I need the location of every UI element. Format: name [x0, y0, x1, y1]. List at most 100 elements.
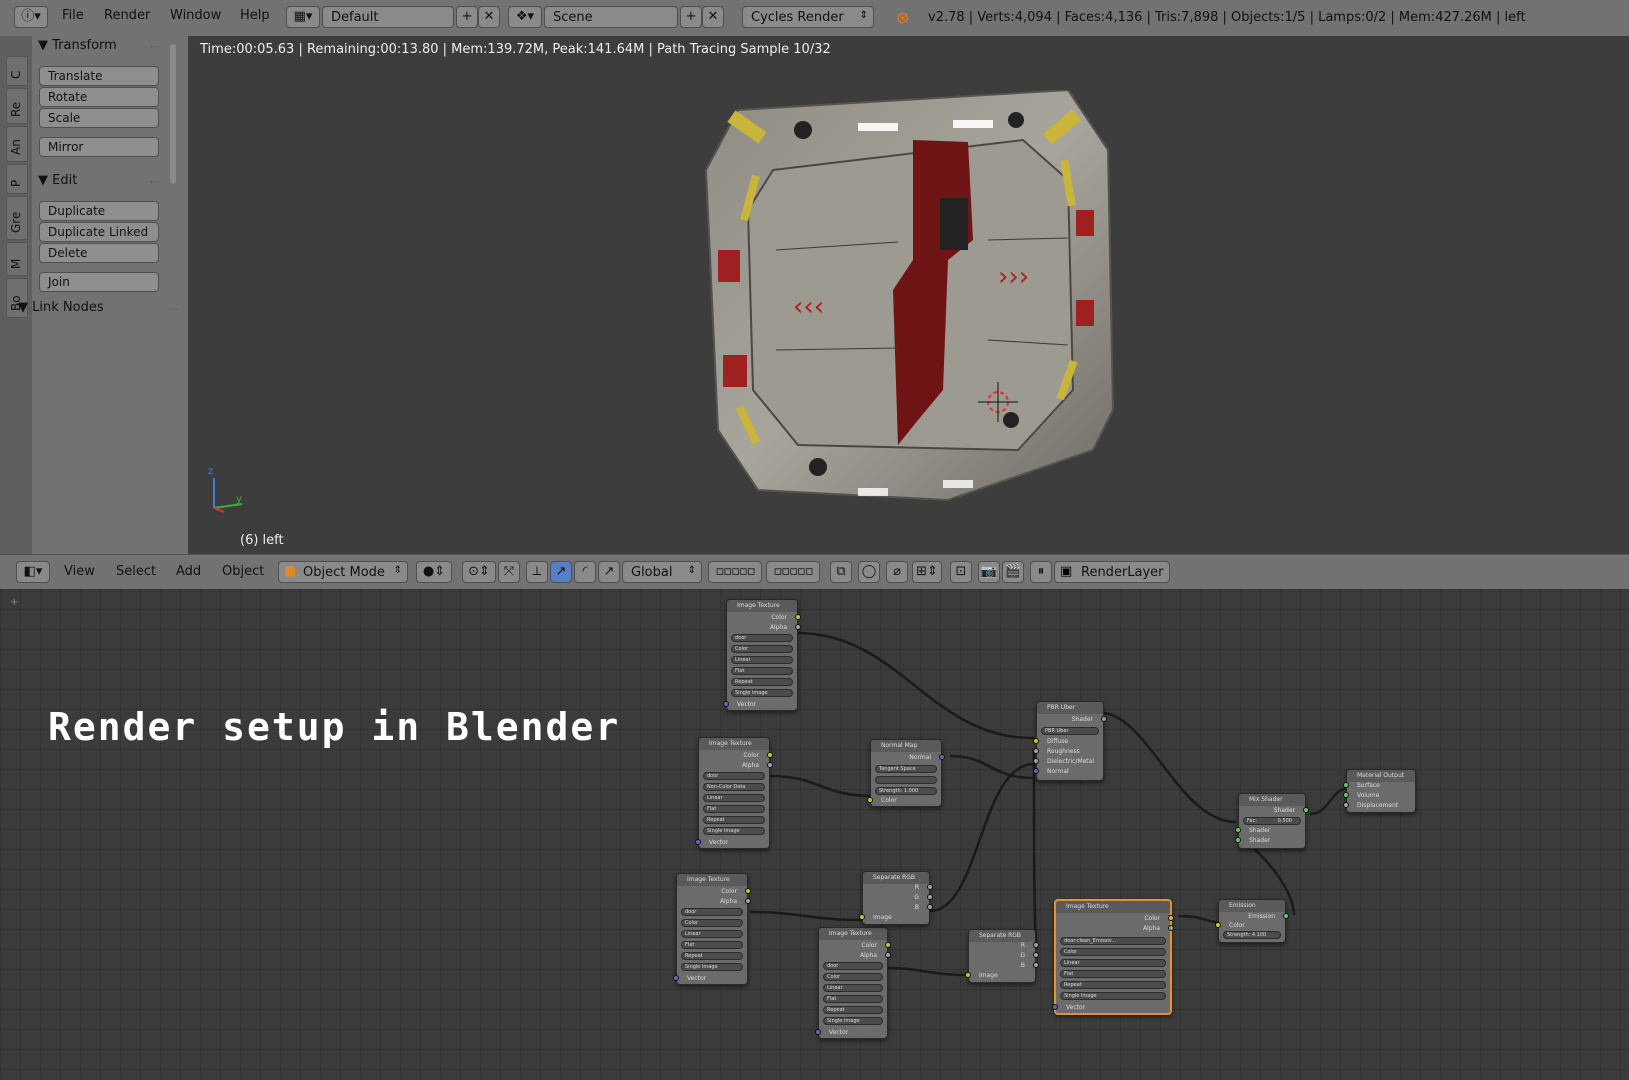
output-socket[interactable]	[1303, 807, 1309, 813]
3d-viewport[interactable]: Time:00:05.63 | Remaining:00:13.80 | Mem…	[188, 36, 1629, 554]
menu-window[interactable]: Window	[170, 8, 221, 23]
pause-icon[interactable]: ⏸	[1030, 561, 1052, 583]
node-image-texture[interactable]: Image Texture Color Alpha door Color Lin…	[673, 873, 751, 985]
duplicate-linked-button[interactable]: Duplicate Linked	[39, 222, 159, 242]
output-socket[interactable]	[1033, 952, 1039, 958]
input-socket[interactable]	[1033, 738, 1039, 744]
menu-render[interactable]: Render	[104, 8, 150, 23]
link-nodes-panel-header[interactable]: ▼ Link Nodes	[18, 300, 104, 315]
tab-physics[interactable]: P	[6, 164, 28, 194]
input-socket[interactable]	[673, 975, 679, 981]
node-dropdown[interactable]: Color	[823, 973, 883, 981]
node-normal-map[interactable]: Normal Map Normal Tangent Space Strength…	[867, 739, 945, 807]
output-socket[interactable]	[767, 762, 773, 768]
image-datablock[interactable]: door	[703, 772, 765, 780]
delete-button[interactable]: Delete	[39, 243, 159, 263]
add-layout-icon[interactable]: +	[456, 6, 478, 28]
scale-manipulator-icon[interactable]: ◜	[574, 561, 596, 583]
pivot-point-icon[interactable]: ⊙⇕	[462, 561, 496, 583]
drag-grip-icon[interactable]: ⋯	[150, 177, 160, 188]
layers-grid-1-icon[interactable]: ▫▫▫▫▫	[708, 561, 762, 583]
manipulator-toggle-icon[interactable]: ⤧	[498, 561, 520, 583]
drag-grip-icon[interactable]: ⋯	[168, 304, 178, 315]
input-socket[interactable]	[1033, 768, 1039, 774]
transform-orientation-select[interactable]: Global ⇕	[622, 561, 702, 583]
rotate-button[interactable]: Rotate	[39, 87, 159, 107]
node-dropdown[interactable]: Flat	[703, 805, 765, 813]
menu-view[interactable]: View	[64, 564, 95, 579]
node-dropdown[interactable]: Repeat	[731, 678, 793, 686]
node-dropdown[interactable]: Linear	[703, 794, 765, 802]
node-group-datablock[interactable]: PBR Uber	[1041, 727, 1099, 735]
menu-file[interactable]: File	[62, 8, 84, 23]
node-dropdown[interactable]: Linear	[823, 984, 883, 992]
input-socket[interactable]	[815, 1029, 821, 1035]
output-socket[interactable]	[927, 904, 933, 910]
input-socket[interactable]	[867, 797, 873, 803]
snap-element-icon[interactable]: ⊞⇕	[912, 561, 942, 583]
node-dropdown[interactable]: Repeat	[823, 1006, 883, 1014]
render-layers-icon[interactable]: ⊡	[950, 561, 972, 583]
node-pbr-uber[interactable]: PBR Uber Shader PBR Uber Diffuse Roughne…	[1033, 701, 1107, 781]
tab-create[interactable]: C	[6, 56, 28, 86]
input-socket[interactable]	[1343, 792, 1349, 798]
output-socket[interactable]	[1168, 915, 1174, 921]
node-dropdown[interactable]: Flat	[681, 941, 743, 949]
output-socket[interactable]	[767, 752, 773, 758]
output-socket[interactable]	[1033, 962, 1039, 968]
node-dropdown[interactable]: Linear	[1060, 959, 1166, 967]
node-dropdown[interactable]: Linear	[731, 656, 793, 664]
screen-layout-field[interactable]: Default	[322, 6, 454, 28]
scene-field[interactable]: Scene	[544, 6, 678, 28]
output-socket[interactable]	[795, 624, 801, 630]
image-datablock[interactable]: door	[823, 962, 883, 970]
node-image-texture[interactable]: Image Texture Color Alpha door Color Lin…	[815, 927, 891, 1039]
node-dropdown[interactable]: Single Image	[731, 689, 793, 697]
editor-type-info-icon[interactable]: ⓘ▾	[14, 6, 48, 28]
node-image-texture-emission[interactable]: Image Texture Color Alpha door-clean_Emi…	[1052, 899, 1174, 1015]
input-socket[interactable]	[1235, 827, 1241, 833]
rotate-manipulator-icon[interactable]: ↗	[550, 561, 572, 583]
output-socket[interactable]	[885, 952, 891, 958]
tab-grease-pencil[interactable]: Gre	[6, 196, 28, 240]
image-datablock[interactable]: door	[681, 908, 743, 916]
input-socket[interactable]	[965, 972, 971, 978]
proportional-edit-icon[interactable]: ◯	[858, 561, 880, 583]
add-scene-icon[interactable]: +	[680, 6, 702, 28]
editor-type-3d-icon[interactable]: ◧▾	[16, 561, 50, 583]
output-socket[interactable]	[1033, 942, 1039, 948]
input-socket[interactable]	[1235, 837, 1241, 843]
viewport-shading-icon[interactable]: ●⇕	[416, 561, 452, 583]
output-socket[interactable]	[1101, 716, 1107, 722]
rendered-door-model[interactable]: ‹‹‹ ›››	[698, 90, 1118, 520]
mode-select[interactable]: ■ Object Mode ⇕	[278, 561, 408, 583]
node-dropdown[interactable]: Color	[681, 919, 743, 927]
output-socket[interactable]	[1283, 913, 1289, 919]
node-emission[interactable]: Emission Emission Color Strength: 4.100	[1215, 899, 1289, 943]
input-socket[interactable]	[1033, 748, 1039, 754]
node-separate-rgb[interactable]: Separate RGB R G B Image	[859, 871, 933, 925]
input-socket[interactable]	[695, 839, 701, 845]
strength-field[interactable]: Strength: 1.000	[875, 787, 937, 795]
menu-select[interactable]: Select	[116, 564, 156, 579]
input-socket[interactable]	[1033, 758, 1039, 764]
tab-relations[interactable]: Re	[6, 88, 28, 124]
node-dropdown[interactable]: Single Image	[823, 1017, 883, 1025]
node-dropdown[interactable]: Color	[1060, 948, 1166, 956]
transform-panel-header[interactable]: ▼ Transform	[38, 38, 117, 53]
input-socket[interactable]	[859, 914, 865, 920]
node-dropdown[interactable]: Repeat	[1060, 981, 1166, 989]
snap-toggle-icon[interactable]: ⌀	[886, 561, 908, 583]
tab-animation[interactable]: An	[6, 126, 28, 162]
render-engine-select[interactable]: Cycles Render ⇕	[742, 6, 874, 28]
output-socket[interactable]	[745, 888, 751, 894]
layers-grid-2-icon[interactable]: ▫▫▫▫▫	[766, 561, 820, 583]
output-socket[interactable]	[745, 898, 751, 904]
input-socket[interactable]	[723, 701, 729, 707]
node-dropdown[interactable]: Repeat	[681, 952, 743, 960]
input-socket[interactable]	[1052, 1004, 1058, 1010]
image-datablock[interactable]: door	[731, 634, 793, 642]
node-image-texture[interactable]: Image Texture Color Alpha door Non-Color…	[695, 737, 773, 849]
input-socket[interactable]	[1215, 922, 1221, 928]
scene-icon[interactable]: ❖▾	[508, 6, 542, 28]
